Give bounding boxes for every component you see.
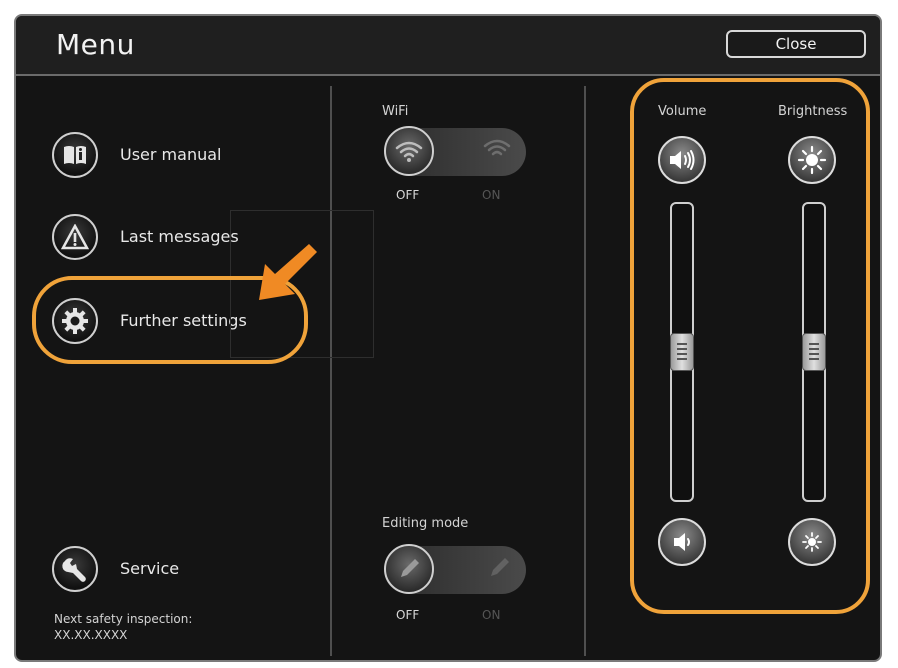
wifi-toggle-knob[interactable] <box>384 126 434 176</box>
divider-left <box>330 86 332 656</box>
menu-item-user-manual[interactable]: User manual <box>52 132 302 182</box>
brightness-down-button[interactable] <box>788 518 836 566</box>
window-title: Menu <box>56 28 135 61</box>
wifi-off-label: OFF <box>396 188 420 202</box>
warning-icon <box>52 214 98 260</box>
close-button[interactable]: Close <box>726 30 866 58</box>
brightness-up-button[interactable] <box>788 136 836 184</box>
wifi-on-label: ON <box>482 188 501 202</box>
wrench-icon <box>52 546 98 592</box>
wifi-label: WiFi <box>382 104 409 119</box>
menu-label-service: Service <box>120 559 180 578</box>
editing-toggle-knob[interactable] <box>384 544 434 594</box>
brightness-slider[interactable] <box>802 202 826 502</box>
pointer-arrow-icon <box>251 238 321 312</box>
divider-right <box>584 86 586 656</box>
menu-label-user-manual: User manual <box>120 145 222 164</box>
volume-slider-thumb[interactable] <box>670 333 694 371</box>
book-icon <box>52 132 98 178</box>
inspection-label: Next safety inspection: <box>54 612 193 626</box>
volume-label: Volume <box>658 104 707 119</box>
menu-window: Menu Close User manual Last messages Fur… <box>14 14 882 662</box>
pencil-icon <box>401 559 419 577</box>
wifi-icon <box>395 141 423 162</box>
editing-mode-label: Editing mode <box>382 516 469 531</box>
brightness-slider-thumb[interactable] <box>802 333 826 371</box>
editing-off-label: OFF <box>396 608 420 622</box>
brightness-down-icon <box>802 532 822 552</box>
editing-on-ghost-icon <box>486 555 512 585</box>
title-bar: Menu Close <box>16 16 880 76</box>
editing-on-label: ON <box>482 608 501 622</box>
menu-item-service[interactable]: Service <box>52 546 302 596</box>
wifi-on-ghost-icon <box>482 137 512 165</box>
brightness-label: Brightness <box>778 104 848 119</box>
menu-label-last-messages: Last messages <box>120 227 239 246</box>
inspection-date: XX.XX.XXXX <box>54 628 128 642</box>
wifi-toggle[interactable] <box>384 126 526 176</box>
volume-slider[interactable] <box>670 202 694 502</box>
volume-down-icon <box>674 533 690 551</box>
volume-up-icon <box>670 150 695 170</box>
volume-up-button[interactable] <box>658 136 706 184</box>
menu-label-further-settings: Further settings <box>120 311 247 330</box>
brightness-up-icon <box>797 145 827 175</box>
volume-down-button[interactable] <box>658 518 706 566</box>
editing-mode-toggle[interactable] <box>384 544 526 594</box>
gear-icon <box>52 298 98 344</box>
